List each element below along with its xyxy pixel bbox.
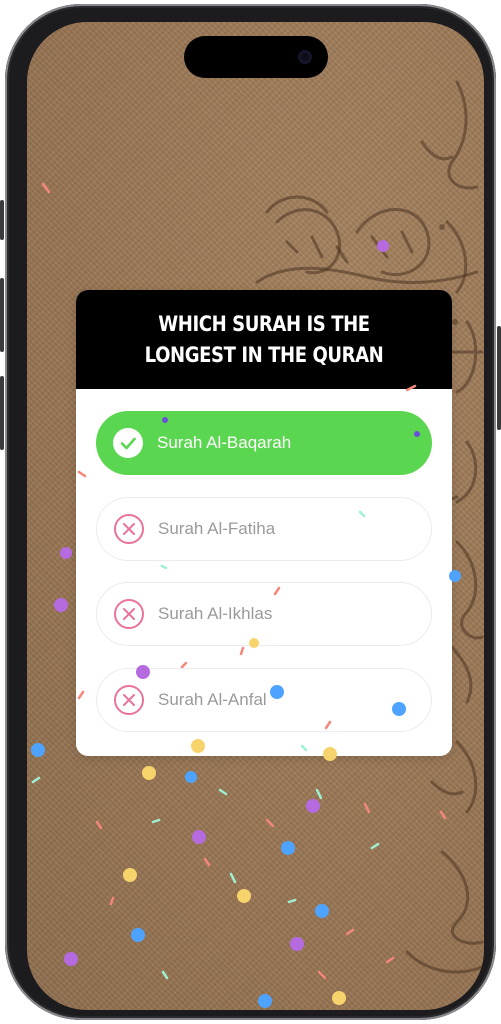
device-stage: WHICH SURAH IS THE LONGEST IN THE QURAN … [0, 0, 501, 1024]
answer-option-label: Surah Al-Anfal [158, 690, 267, 709]
phone-screen: WHICH SURAH IS THE LONGEST IN THE QURAN … [27, 22, 484, 1010]
quiz-question: WHICH SURAH IS THE LONGEST IN THE QURAN [144, 311, 384, 367]
check-icon [113, 428, 143, 458]
answer-option-label: Surah Al-Fatiha [158, 519, 276, 538]
cross-icon [114, 685, 144, 715]
cross-icon [114, 514, 144, 544]
answer-option-3[interactable]: Surah Al-Ikhlas [96, 582, 432, 646]
answer-option-label: Surah Al-Baqarah [157, 433, 292, 452]
silent-switch [0, 200, 4, 240]
phone-frame: WHICH SURAH IS THE LONGEST IN THE QURAN … [5, 4, 496, 1020]
answer-option-2[interactable]: Surah Al-Fatiha [96, 497, 432, 561]
dynamic-island [184, 36, 328, 78]
quiz-header: WHICH SURAH IS THE LONGEST IN THE QURAN [76, 290, 452, 389]
cross-icon [114, 599, 144, 629]
volume-up-button [0, 278, 4, 352]
answer-option-1[interactable]: Surah Al-Baqarah [96, 411, 432, 475]
answer-option-4[interactable]: Surah Al-Anfal [96, 668, 432, 732]
answer-option-label: Surah Al-Ikhlas [158, 604, 273, 623]
volume-down-button [0, 376, 4, 450]
front-camera-icon [298, 50, 312, 64]
power-button [497, 326, 501, 430]
quiz-card: WHICH SURAH IS THE LONGEST IN THE QURAN … [76, 290, 452, 756]
